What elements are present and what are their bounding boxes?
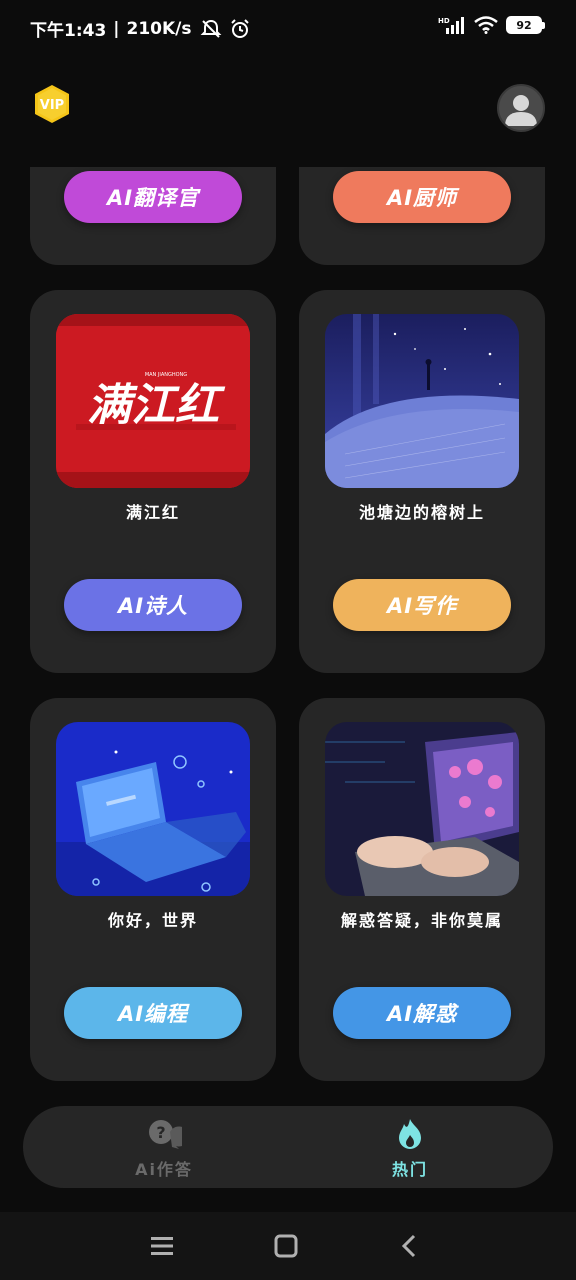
typing-laptop-image [325,722,519,896]
calligraphy-subtext: MAN JIANGHONG [145,372,187,378]
status-speed: 210K/s [126,18,192,39]
card-poet[interactable]: 满江红 MAN JIANGHONG 满江红 AI诗人 [30,290,276,673]
alarm-icon [230,18,249,38]
battery-indicator: 92 [506,16,545,34]
card-translator: AI翻译官 [30,167,276,265]
status-left: 下午1:43 | 210K/s [30,16,250,41]
avatar[interactable] [497,84,545,132]
writing-image [325,314,519,488]
card-answer[interactable]: 解惑答疑，非你莫属 AI解惑 [299,698,545,1081]
calligraphy-image: 满江红 MAN JIANGHONG [56,314,250,488]
ai-chef-button[interactable]: AI厨师 [333,171,511,223]
status-right: HD 92 [438,16,545,34]
card-coding[interactable]: 你好，世界 AI编程 [30,698,276,1081]
mute-icon [200,19,221,38]
bottom-nav: ? Ai作答 热门 [23,1106,553,1188]
status-bar: 下午1:43 | 210K/s HD 92 [0,0,576,56]
vip-label: VIP [40,98,64,113]
nav-label: Ai作答 [135,1160,193,1179]
back-icon[interactable] [396,1232,424,1260]
ai-coding-button[interactable]: AI编程 [64,987,242,1039]
nav-ai-answer[interactable]: ? Ai作答 [114,1118,214,1180]
wifi-icon [474,16,498,34]
vip-badge-icon[interactable]: VIP [32,84,72,124]
starry-book-image [325,314,519,488]
card-title: 解惑答疑，非你莫属 [340,911,503,930]
signal-icon: HD [438,17,464,34]
ai-translator-button[interactable]: AI翻译官 [64,171,242,223]
coding-image [56,722,250,896]
chat-question-icon: ? [149,1120,189,1149]
card-chef: AI厨师 [299,167,545,265]
card-writing[interactable]: 池塘边的榕树上 AI写作 [299,290,545,673]
svg-text:HD: HD [438,17,450,25]
system-nav-bar [0,1212,576,1280]
ai-poet-button[interactable]: AI诗人 [64,579,242,631]
answer-image [325,722,519,896]
nav-label: 热门 [391,1160,428,1179]
card-title: 满江红 [125,503,180,522]
ai-writing-button[interactable]: AI写作 [333,579,511,631]
card-grid[interactable]: AI翻译官 AI厨师 满江红 MAN JIANGHONG 满江红 AI诗人 池塘… [0,167,576,1097]
card-title: 你好，世界 [107,911,198,930]
svg-text:?: ? [156,1123,165,1142]
status-time: 下午1:43 [30,21,107,41]
card-title: 池塘边的榕树上 [358,503,485,522]
laptop-illustration [56,722,250,896]
home-icon[interactable] [272,1232,300,1260]
poem-image: 满江红 MAN JIANGHONG [56,314,250,488]
menu-icon[interactable] [148,1232,176,1260]
nav-hot[interactable]: 热门 [360,1118,460,1180]
status-divider: | [113,18,120,39]
user-icon [505,95,537,126]
ai-answer-button[interactable]: AI解惑 [333,987,511,1039]
flame-icon [399,1119,421,1149]
calligraphy-text: 满江红 [87,380,226,431]
